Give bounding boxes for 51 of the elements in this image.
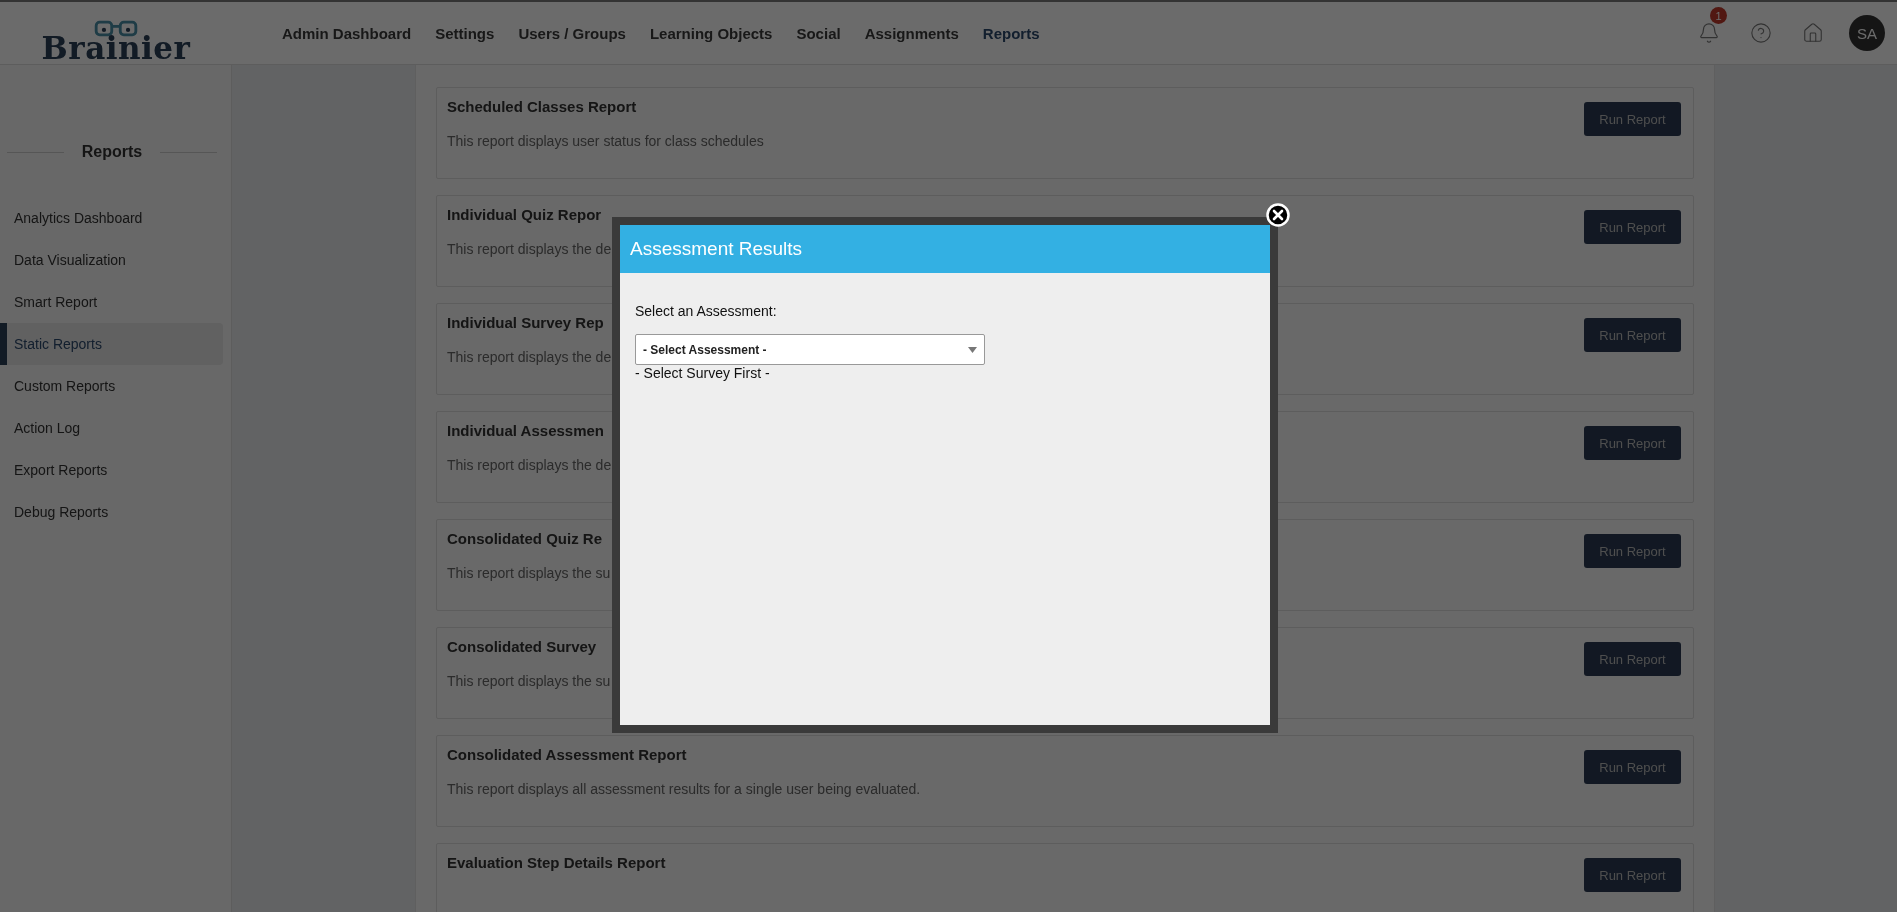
sidebar-item[interactable]: Action Log	[0, 407, 223, 449]
survey-note: - Select Survey First -	[635, 365, 771, 381]
report-title: Individual Survey Rep	[447, 314, 605, 331]
assessment-select[interactable]: - Select Assessment -	[635, 334, 985, 365]
run-report-button[interactable]: Run Report	[1584, 534, 1681, 568]
nav-tab[interactable]: Admin Dashboard	[270, 24, 424, 42]
sidebar-item[interactable]: Custom Reports	[0, 365, 223, 407]
run-report-button[interactable]: Run Report	[1584, 426, 1681, 460]
home-icon[interactable]	[1802, 22, 1824, 44]
nav-tab[interactable]: Learning Objects	[637, 24, 785, 42]
report-description: This report displays user status for class schedules	[447, 133, 764, 149]
logo-text[interactable]: Brainier	[41, 33, 191, 64]
field-label: Select an Assessment:	[635, 303, 778, 319]
nav-tab[interactable]: Reports	[970, 24, 1052, 42]
run-report-button[interactable]: Run Report	[1584, 318, 1681, 352]
run-report-button[interactable]: Run Report	[1584, 102, 1681, 136]
run-report-button[interactable]: Run Report	[1584, 750, 1681, 784]
report-description: This report displays the su	[447, 565, 611, 581]
run-report-button[interactable]: Run Report	[1584, 858, 1681, 892]
report-title: Evaluation Step Details Report	[447, 854, 666, 871]
report-title: Consolidated Survey	[447, 638, 598, 655]
sidebar-item[interactable]: Debug Reports	[0, 491, 223, 533]
modal-title: Assessment Results	[620, 225, 1270, 273]
nav-tab[interactable]: Settings	[423, 24, 507, 42]
report-description: This report displays the de	[447, 457, 612, 473]
report-title: Individual Assessmen	[447, 422, 605, 439]
report-description: This report displays all assessment results for a single user being evaluated.	[447, 781, 921, 797]
run-report-button[interactable]: Run Report	[1584, 642, 1681, 676]
report-description: This report displays the su	[447, 673, 611, 689]
sidebar-title: Reports	[81, 143, 143, 161]
notification-bell-icon[interactable]	[1698, 22, 1720, 44]
report-title: Individual Quiz Repor	[447, 206, 603, 223]
sidebar-item[interactable]: Smart Report	[0, 281, 223, 323]
report-title: Scheduled Classes Report	[447, 98, 638, 115]
sidebar-item[interactable]: Static Reports	[0, 323, 223, 365]
report-title: Consolidated Quiz Re	[447, 530, 603, 547]
help-icon[interactable]	[1750, 22, 1772, 44]
run-report-button[interactable]: Run Report	[1584, 210, 1681, 244]
nav-tab[interactable]: Social	[784, 24, 853, 42]
close-icon[interactable]	[1266, 203, 1290, 227]
caret-icon	[968, 346, 977, 353]
report-description: This report displays the de	[447, 349, 612, 365]
report-description: This report displays the de	[447, 241, 612, 257]
report-title: Consolidated Assessment Report	[447, 746, 688, 763]
user-avatar[interactable]: SA	[1849, 15, 1885, 51]
nav-tab[interactable]: Users / Groups	[506, 24, 638, 42]
sidebar-item[interactable]: Analytics Dashboard	[0, 197, 223, 239]
nav-tab[interactable]: Assignments	[852, 24, 971, 42]
notification-count: 1	[1710, 7, 1727, 24]
sidebar-item[interactable]: Export Reports	[0, 449, 223, 491]
sidebar-item[interactable]: Data Visualization	[0, 239, 223, 281]
